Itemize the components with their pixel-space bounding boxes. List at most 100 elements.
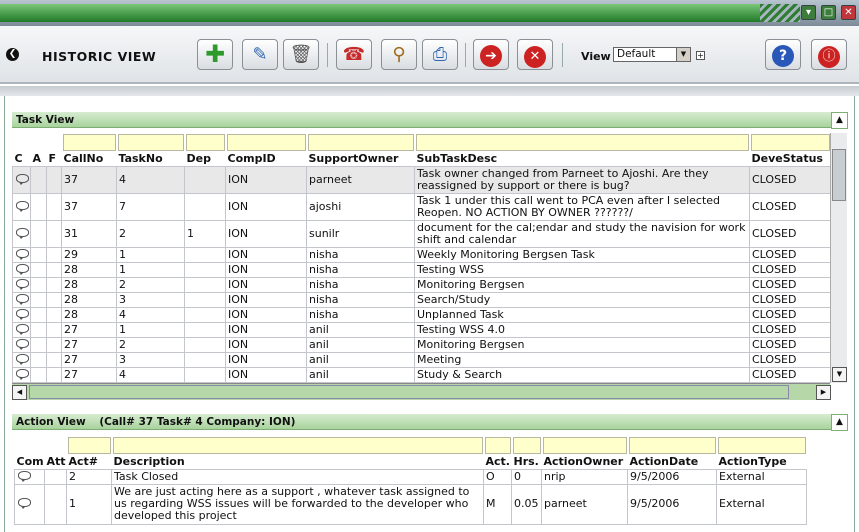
comment-icon[interactable] (16, 248, 29, 260)
attach-button[interactable]: ⎙ (422, 39, 458, 70)
comment-icon[interactable] (18, 498, 31, 509)
search-button[interactable]: ⚲ (381, 39, 417, 70)
table-row[interactable]: 1 We are just acting here as a support , … (14, 483, 807, 525)
table-row[interactable]: 28 4 ION nisha Unplanned Task CLOSED (12, 306, 831, 323)
task-vertical-scrollbar[interactable]: ▼ (830, 133, 847, 383)
help-button[interactable]: ? (765, 39, 801, 70)
comment-cell[interactable] (12, 291, 31, 308)
filter-dep-input[interactable] (185, 134, 225, 151)
column-header-taskno[interactable]: TaskNo (116, 152, 185, 166)
filter-compid-input[interactable] (226, 134, 306, 151)
comment-icon[interactable] (16, 293, 29, 305)
column-header-act[interactable]: Act. (483, 455, 512, 469)
task-horizontal-scrollbar[interactable]: ◀ ▶ (12, 383, 831, 400)
expand-plus-icon[interactable]: + (696, 51, 705, 60)
scroll-down-icon[interactable]: ▼ (832, 367, 847, 382)
scroll-right-icon[interactable]: ▶ (816, 385, 831, 400)
table-row[interactable]: 28 2 ION nisha Monitoring Bergsen CLOSED (12, 276, 831, 293)
edit-button[interactable]: ✎ (242, 39, 278, 70)
filter-devestatus-input[interactable] (750, 134, 830, 151)
column-header-devestatus[interactable]: DeveStatus (749, 152, 831, 166)
column-header-f[interactable]: F (46, 152, 62, 166)
comment-cell[interactable] (12, 351, 31, 368)
comment-icon[interactable] (16, 278, 29, 290)
table-row[interactable]: 31 2 1 ION sunilr document for the cal;endar … (12, 219, 831, 248)
comment-icon[interactable] (16, 308, 29, 320)
back-icon[interactable]: ❮ (6, 48, 19, 61)
forward-button[interactable]: ➔ (473, 39, 509, 70)
chevron-down-icon[interactable]: ▼ (676, 48, 690, 61)
comment-icon[interactable] (16, 200, 29, 212)
minimize-icon[interactable]: ▾ (801, 5, 816, 20)
comment-icon[interactable] (16, 227, 29, 239)
column-header-actiondate[interactable]: ActionDate (627, 455, 717, 469)
table-row[interactable]: 27 2 ION anil Monitoring Bergsen CLOSED (12, 336, 831, 353)
column-header-compid[interactable]: CompID (225, 152, 307, 166)
filter-subtaskdesc-input[interactable] (415, 134, 749, 151)
column-header-subtaskdesc[interactable]: SubTaskDesc (414, 152, 750, 166)
column-header-actiontype[interactable]: ActionType (716, 455, 807, 469)
close-window-icon[interactable]: ✕ (841, 5, 856, 20)
filter-callno-input[interactable] (62, 134, 116, 151)
table-row[interactable]: 27 1 ION anil Testing WSS 4.0 CLOSED (12, 321, 831, 338)
comment-cell[interactable] (12, 219, 31, 248)
table-row[interactable]: 2 Task Closed O 0 nrip 9/5/2006 External (14, 468, 807, 485)
filter-act-input[interactable] (67, 437, 111, 454)
add-button[interactable]: ✚ (197, 39, 233, 70)
comment-icon[interactable] (16, 353, 29, 365)
comment-cell[interactable] (12, 336, 31, 353)
comment-cell[interactable] (12, 246, 31, 263)
scroll-thumb[interactable] (29, 385, 789, 399)
column-header-c[interactable]: C (12, 152, 31, 166)
comment-icon[interactable] (16, 323, 29, 335)
table-row[interactable]: 37 4 ION parneet Task owner changed from Par… (12, 165, 831, 194)
column-header-callno[interactable]: CallNo (61, 152, 117, 166)
column-header-a[interactable]: A (30, 152, 47, 166)
table-row[interactable]: 28 3 ION nisha Search/Study CLOSED (12, 291, 831, 308)
comment-cell[interactable] (12, 192, 31, 221)
filter-actcode-input[interactable] (484, 437, 511, 454)
phone-button[interactable]: ☎ (336, 39, 372, 70)
filter-description-input[interactable] (112, 437, 483, 454)
filter-supportowner-input[interactable] (307, 134, 414, 151)
comment-cell[interactable] (12, 165, 31, 194)
collapse-icon[interactable]: ▲ (831, 112, 848, 129)
cancel-button[interactable]: ✕ (517, 39, 553, 70)
comment-cell[interactable] (12, 321, 31, 338)
column-header-hrs[interactable]: Hrs. (511, 455, 542, 469)
filter-actiontype-input[interactable] (717, 437, 806, 454)
table-row[interactable]: 27 3 ION anil Meeting CLOSED (12, 351, 831, 368)
filter-taskno-input[interactable] (117, 134, 184, 151)
table-row[interactable]: 29 1 ION nisha Weekly Monitoring Bergsen Tas… (12, 246, 831, 263)
delete-button[interactable]: 🗑 (283, 39, 319, 70)
comment-icon[interactable] (18, 470, 31, 482)
comment-icon[interactable] (16, 173, 29, 185)
collapse-icon[interactable]: ▲ (831, 414, 848, 431)
table-row[interactable]: 37 7 ION ajoshi Task 1 under this call went … (12, 192, 831, 221)
comment-cell[interactable] (12, 366, 31, 383)
filter-actiondate-input[interactable] (628, 437, 716, 454)
filter-hrs-input[interactable] (512, 437, 541, 454)
comment-icon[interactable] (16, 368, 29, 380)
maximize-icon[interactable]: □ (821, 5, 836, 20)
comment-icon[interactable] (16, 338, 29, 350)
comment-cell[interactable] (12, 306, 31, 323)
info-button[interactable]: ⓘ (811, 39, 847, 70)
column-header-com[interactable]: Com (14, 455, 45, 469)
comment-cell[interactable] (14, 483, 45, 525)
comment-cell[interactable] (12, 261, 31, 278)
table-row[interactable]: 27 4 ION anil Study & Search CLOSED (12, 366, 831, 383)
column-header-att[interactable]: Att (44, 455, 67, 469)
comment-icon[interactable] (16, 263, 29, 275)
column-header-supportowner[interactable]: SupportOwner (306, 152, 415, 166)
table-row[interactable]: 28 1 ION nisha Testing WSS CLOSED (12, 261, 831, 278)
view-select[interactable]: Default ▼ (613, 47, 691, 62)
scroll-thumb[interactable] (832, 149, 846, 201)
scroll-left-icon[interactable]: ◀ (12, 385, 27, 400)
column-header-dep[interactable]: Dep (184, 152, 226, 166)
column-header-actionowner[interactable]: ActionOwner (541, 455, 628, 469)
filter-actionowner-input[interactable] (542, 437, 627, 454)
column-header-description[interactable]: Description (111, 455, 484, 469)
column-header-act-number[interactable]: Act# (66, 455, 112, 469)
comment-cell[interactable] (14, 468, 45, 485)
